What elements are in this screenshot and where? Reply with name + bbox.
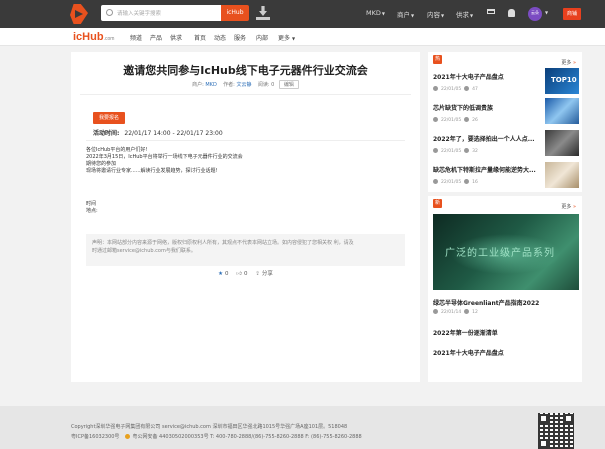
body-line: 时间	[86, 201, 97, 207]
subnav-item[interactable]: 产品	[150, 33, 162, 42]
ichub-logo-icon[interactable]	[70, 4, 88, 24]
cart-icon[interactable]	[487, 9, 495, 16]
article-title: 邀请您共同参与IcHub线下电子元器件行业交流会	[123, 64, 368, 77]
eye-icon	[464, 117, 470, 122]
brand-logo[interactable]: icHub.com	[73, 31, 114, 43]
subnav-item[interactable]: 频道	[130, 33, 142, 42]
chevron-down-icon: ▼	[470, 13, 474, 18]
news-item-title[interactable]: 绿芯半导体Greenliant产品指南2022	[433, 298, 539, 307]
author-link[interactable]: 文云静	[236, 82, 251, 88]
divider	[80, 94, 411, 95]
signup-button[interactable]: 我要报名	[93, 112, 125, 124]
divider	[86, 140, 405, 141]
top-nav-content[interactable]: 内容▼	[427, 9, 444, 19]
sub-nav: icHub.com 频道 产品 供求 首页 动态 服务 内部 更多 ▼	[0, 28, 605, 46]
clock-icon	[433, 148, 438, 153]
eye-icon	[464, 86, 470, 91]
subnav-item[interactable]: 首页	[194, 33, 206, 42]
more-link[interactable]: 更多 »	[561, 59, 576, 66]
qr-code-icon	[538, 413, 574, 449]
chevron-down-icon[interactable]: ▼	[545, 10, 548, 15]
top-nav-merchant[interactable]: 商户▼	[397, 9, 414, 19]
subnav-item[interactable]: 服务	[234, 33, 246, 42]
download-icon[interactable]	[256, 6, 270, 20]
top-nav-supply[interactable]: 供求▼	[456, 9, 473, 19]
shop-button[interactable]: 商铺	[563, 8, 581, 20]
subnav-item[interactable]: 供求	[170, 33, 182, 42]
copyright-notice: 声明：本网站部分内容来源于网络，版权归原权利人所有，其观点不代表本网站立场。如内…	[86, 234, 405, 266]
hot-item-title[interactable]: 2021年十大电子产品盘点	[433, 72, 504, 81]
search-icon	[106, 9, 113, 16]
chevron-right-icon: »	[572, 60, 576, 66]
clock-icon	[433, 117, 438, 122]
event-time: 活动时间: 22/01/17 14:00 - 22/01/17 23:00	[93, 130, 223, 137]
clock-icon	[433, 86, 438, 91]
like-button[interactable]: 👍︎ 0	[230, 271, 247, 277]
hot-item-meta: 22/01/05 47	[433, 86, 478, 92]
chevron-down-icon: ▼	[411, 13, 415, 18]
subnav-item[interactable]: 动态	[214, 33, 226, 42]
news-item-title[interactable]: 2022年第一份逐渐清单	[433, 328, 498, 337]
clock-icon	[433, 309, 438, 314]
read-count: 0	[271, 82, 275, 88]
search-placeholder: 请输入关键字搜索	[117, 11, 162, 17]
search-button[interactable]: icHub	[221, 5, 249, 21]
avatar-label: 云朵	[531, 10, 539, 15]
hot-item-title[interactable]: 芯片缺货下的低调贵族	[433, 103, 493, 112]
news-item-meta: 22/01/14 12	[433, 309, 478, 315]
share-icon: ⇪	[255, 271, 260, 277]
hot-item-thumbnail[interactable]	[545, 98, 579, 124]
body-line: 地点:	[86, 208, 98, 214]
hot-item-thumbnail[interactable]	[545, 130, 579, 156]
police-badge-icon	[125, 434, 131, 439]
body-line: 各位IcHub平台的用户们好!	[86, 147, 148, 153]
hot-item-meta: 22/01/05 32	[433, 148, 478, 154]
subnav-item-more[interactable]: 更多 ▼	[278, 33, 295, 42]
bell-icon[interactable]	[508, 9, 515, 17]
chevron-down-icon: ▼	[291, 36, 296, 41]
subnav-item[interactable]: 内部	[256, 33, 268, 42]
article-meta: 商户: MKD 作者: 文云静 阅读: 0 编辑	[71, 80, 420, 89]
hot-item-thumbnail[interactable]: TOP10	[545, 68, 579, 94]
article-panel: 邀请您共同参与IcHub线下电子元器件行业交流会 商户: MKD 作者: 文云静…	[71, 52, 420, 382]
merchant-link[interactable]: MKD	[205, 82, 216, 88]
news-banner[interactable]: 广泛的工业级产品系列	[433, 214, 579, 290]
thumbs-up-icon: 👍︎	[236, 271, 243, 277]
star-icon: ★	[218, 271, 224, 277]
search-input[interactable]: 请输入关键字搜索	[101, 5, 221, 21]
body-line: 期待您的参加	[86, 161, 117, 167]
more-link[interactable]: 更多 »	[561, 203, 576, 210]
footer-icp: 粤ICP备16032300号 粤公网安备 44030502000353号 T: 4…	[71, 434, 362, 440]
footer-copyright: Copyright深圳华强电子网集团有限公司 service@ichub.com…	[71, 424, 348, 430]
eye-icon	[464, 148, 470, 153]
hot-item-title[interactable]: 缺芯危机下特斯拉产量缘何能逆势大...	[433, 165, 536, 174]
hot-item-title[interactable]: 2022年了，要选择拍出一个人人点...	[433, 134, 535, 143]
footer: Copyright深圳华强电子网集团有限公司 service@ichub.com…	[0, 406, 605, 449]
eye-icon	[464, 309, 470, 314]
hot-item-thumbnail[interactable]	[545, 162, 579, 188]
share-button[interactable]: ⇪ 分享	[249, 271, 273, 277]
eye-icon	[464, 179, 470, 184]
edit-button[interactable]: 编辑	[278, 80, 299, 89]
article-actions: ★ 0 👍︎ 0 ⇪ 分享	[71, 269, 420, 277]
body-line: 现场将邀请行业专家......解读行业发展趋势，探讨行业话题!	[86, 168, 218, 174]
news-item-title[interactable]: 2021年十大电子产品盘点	[433, 348, 504, 357]
top-nav-mkd[interactable]: MKD▼	[366, 9, 385, 17]
hot-item-meta: 22/01/05 26	[433, 117, 478, 123]
body-line: 2022年3月15日，IcHub平台将举行一场线下电子元器件行业的交流会	[86, 154, 243, 160]
favorite-button[interactable]: ★ 0	[218, 271, 228, 277]
chevron-right-icon: »	[572, 204, 576, 210]
news-badge: 新	[433, 199, 442, 208]
clock-icon	[433, 179, 438, 184]
hot-item-meta: 22/01/05 16	[433, 179, 478, 185]
sidebar-news: 新 更多 » 广泛的工业级产品系列 绿芯半导体Greenliant产品指南202…	[428, 196, 582, 382]
chevron-down-icon: ▼	[441, 13, 445, 18]
chevron-down-icon: ▼	[381, 11, 385, 16]
top-bar: 请输入关键字搜索 icHub MKD▼ 商户▼ 内容▼ 供求▼ 云朵 ▼ 商铺	[0, 0, 605, 28]
sidebar-hot: 热 更多 » 2021年十大电子产品盘点 22/01/05 47 TOP10 芯…	[428, 52, 582, 192]
hot-badge: 热	[433, 55, 442, 64]
